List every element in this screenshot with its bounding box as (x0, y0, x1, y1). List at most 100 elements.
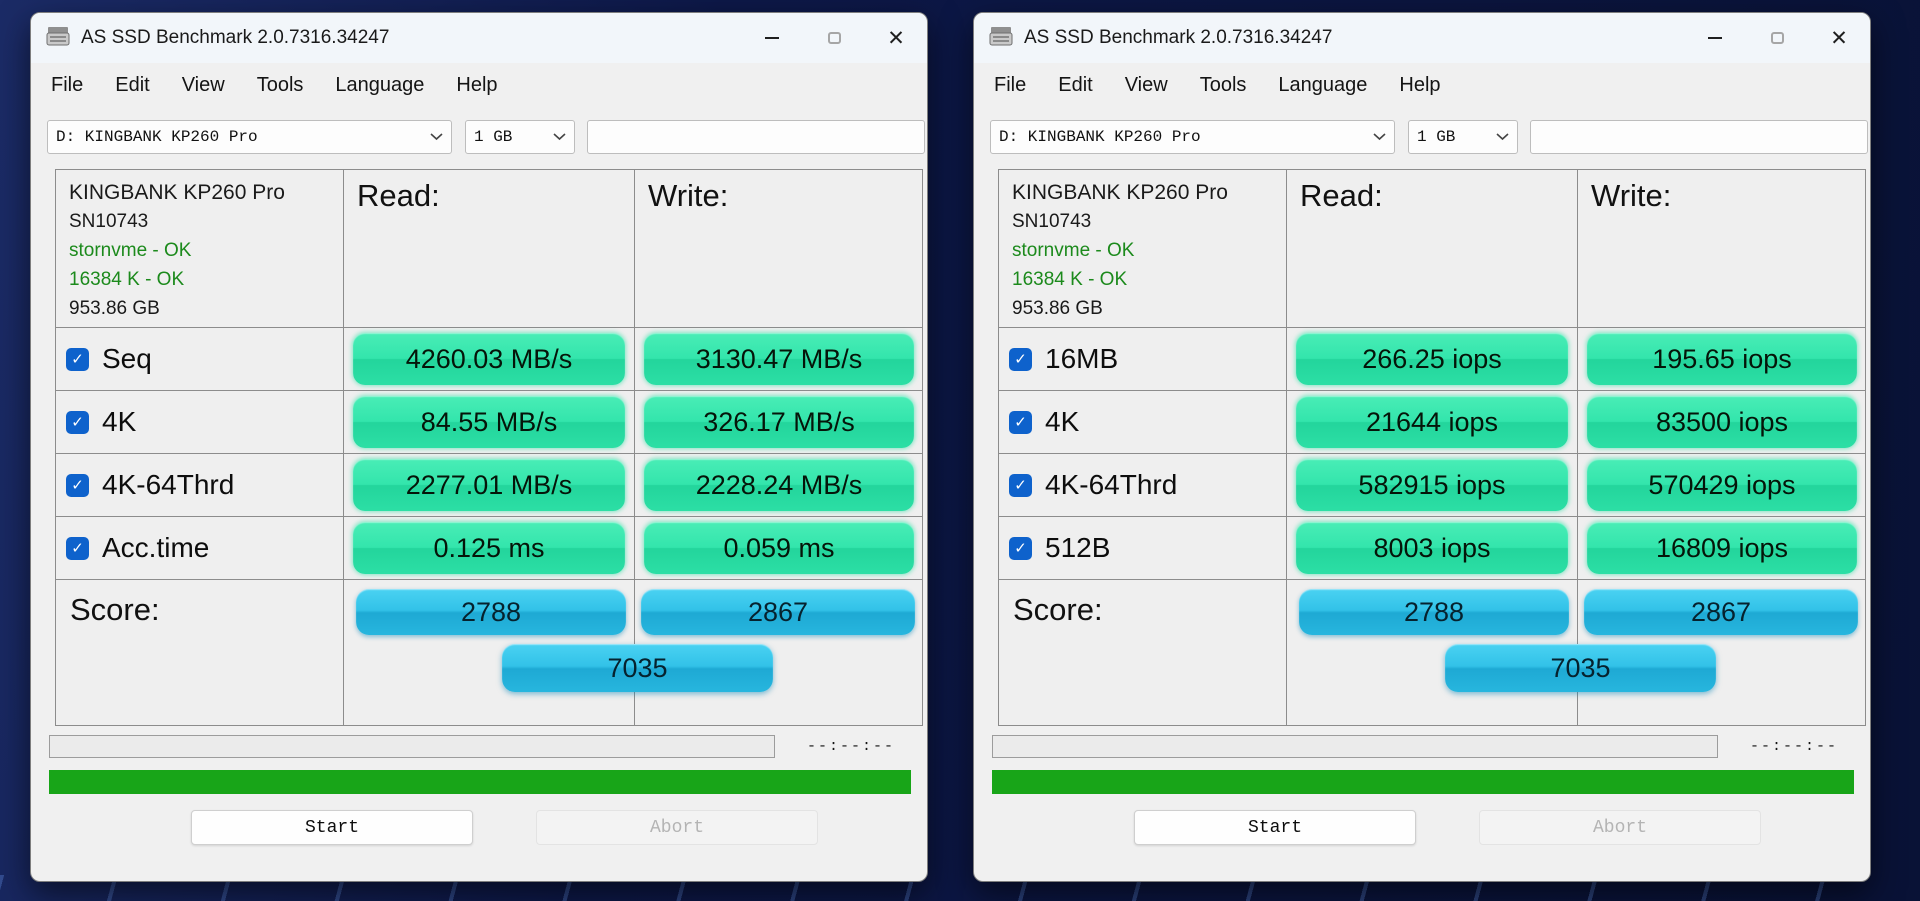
row-checkbox[interactable]: ✓ (1009, 411, 1032, 434)
read-value-pill: 0.125 ms (353, 522, 625, 574)
row-checkbox[interactable]: ✓ (1009, 537, 1032, 560)
test-size-select[interactable]: 1 GB (1408, 120, 1518, 154)
check-icon: ✓ (1014, 478, 1027, 493)
drive-select[interactable]: D: KINGBANK KP260 Pro (990, 120, 1395, 154)
drive-select-value: D: KINGBANK KP260 Pro (999, 128, 1201, 146)
abort-button[interactable]: Abort (536, 810, 818, 845)
read-value-pill: 8003 iops (1296, 522, 1568, 574)
window-controls: ✕ (741, 13, 927, 63)
elapsed-time: --:--:-- (1730, 738, 1858, 755)
menu-language[interactable]: Language (1262, 74, 1383, 97)
menu-view[interactable]: View (1109, 74, 1184, 97)
benchmark-row-4k64: ✓ 4K-64Thrd 2277.01 MB/s 2228.24 MB/s (56, 453, 922, 516)
drive-capacity: 953.86 GB (1012, 294, 1286, 323)
driver-status: stornvme - OK (1012, 236, 1286, 265)
read-value-cell: 582915 iops (1286, 454, 1577, 516)
start-button[interactable]: Start (191, 810, 473, 845)
close-icon: ✕ (887, 28, 905, 49)
row-checkbox[interactable]: ✓ (66, 411, 89, 434)
selector-row: D: KINGBANK KP260 Pro 1 GB (974, 120, 1870, 154)
write-column-header: Write: (1577, 170, 1866, 327)
write-value-cell: 326.17 MB/s (634, 391, 923, 453)
benchmark-row-4k: ✓ 4K 84.55 MB/s 326.17 MB/s (56, 390, 922, 453)
row-label-cell: ✓ 4K-64Thrd (999, 454, 1286, 516)
check-icon: ✓ (1014, 352, 1027, 367)
score-row: Score: 2788 2867 7035 (56, 579, 922, 725)
read-value-cell: 84.55 MB/s (343, 391, 634, 453)
write-value-cell: 2228.24 MB/s (634, 454, 923, 516)
benchmark-row-seq: ✓ Seq 4260.03 MB/s 3130.47 MB/s (56, 327, 922, 390)
minimize-button[interactable] (1684, 13, 1746, 63)
row-label: 512B (1045, 532, 1110, 564)
row-checkbox[interactable]: ✓ (1009, 348, 1032, 371)
row-checkbox[interactable]: ✓ (66, 474, 89, 497)
test-size-value: 1 GB (1417, 128, 1455, 146)
drive-model: KINGBANK KP260 Pro (69, 178, 343, 207)
row-label: 4K (1045, 406, 1079, 438)
minimize-button[interactable] (741, 13, 803, 63)
minimize-icon (765, 37, 779, 39)
empty-field (587, 120, 925, 154)
benchmark-table: KINGBANK KP260 Pro SN10743 stornvme - OK… (998, 169, 1866, 726)
close-button[interactable]: ✕ (865, 13, 927, 63)
score-write-pill: 2867 (641, 589, 915, 635)
row-label: 4K-64Thrd (102, 469, 234, 501)
chevron-down-icon (1373, 128, 1386, 146)
read-value-pill: 84.55 MB/s (353, 396, 625, 448)
read-value-pill: 266.25 iops (1296, 333, 1568, 385)
read-value-cell: 2277.01 MB/s (343, 454, 634, 516)
test-size-value: 1 GB (474, 128, 512, 146)
menu-tools[interactable]: Tools (241, 74, 320, 97)
chevron-down-icon (553, 128, 566, 146)
row-label-cell: ✓ 4K-64Thrd (56, 454, 343, 516)
write-value-cell: 83500 iops (1577, 391, 1866, 453)
menu-file[interactable]: File (35, 74, 99, 97)
driver-status: stornvme - OK (69, 236, 343, 265)
drive-info-row: KINGBANK KP260 Pro SN10743 stornvme - OK… (999, 170, 1865, 327)
drive-model: KINGBANK KP260 Pro (1012, 178, 1286, 207)
check-icon: ✓ (71, 352, 84, 367)
menu-edit[interactable]: Edit (99, 74, 165, 97)
menu-edit[interactable]: Edit (1042, 74, 1108, 97)
score-read-pill: 2788 (356, 589, 626, 635)
write-value-pill: 0.059 ms (644, 522, 914, 574)
wallpaper-ribbon (0, 0, 16, 901)
test-size-select[interactable]: 1 GB (465, 120, 575, 154)
menu-help[interactable]: Help (1383, 74, 1456, 97)
maximize-button[interactable] (803, 13, 865, 63)
benchmark-row-4k64: ✓ 4K-64Thrd 582915 iops 570429 iops (999, 453, 1865, 516)
menu-help[interactable]: Help (440, 74, 513, 97)
row-checkbox[interactable]: ✓ (66, 537, 89, 560)
menu-view[interactable]: View (166, 74, 241, 97)
app-window-mbps: AS SSD Benchmark 2.0.7316.34247 ✕ File E… (30, 12, 928, 882)
row-checkbox[interactable]: ✓ (66, 348, 89, 371)
drive-info-row: KINGBANK KP260 Pro SN10743 stornvme - OK… (56, 170, 922, 327)
benchmark-table: KINGBANK KP260 Pro SN10743 stornvme - OK… (55, 169, 923, 726)
abort-button[interactable]: Abort (1479, 810, 1761, 845)
read-value-pill: 582915 iops (1296, 459, 1568, 511)
read-value-cell: 8003 iops (1286, 517, 1577, 579)
menu-tools[interactable]: Tools (1184, 74, 1263, 97)
drive-capacity: 953.86 GB (69, 294, 343, 323)
row-label: 4K-64Thrd (1045, 469, 1177, 501)
score-total-pill: 7035 (1445, 644, 1716, 692)
score-write-pill: 2867 (1584, 589, 1858, 635)
write-column-header: Write: (634, 170, 923, 327)
window-controls: ✕ (1684, 13, 1870, 63)
window-title: AS SSD Benchmark 2.0.7316.34247 (1024, 27, 1332, 49)
start-button[interactable]: Start (1134, 810, 1416, 845)
write-value-pill: 326.17 MB/s (644, 396, 914, 448)
menu-file[interactable]: File (978, 74, 1042, 97)
close-button[interactable]: ✕ (1808, 13, 1870, 63)
drive-select[interactable]: D: KINGBANK KP260 Pro (47, 120, 452, 154)
selector-row: D: KINGBANK KP260 Pro 1 GB (31, 120, 927, 154)
menu-language[interactable]: Language (319, 74, 440, 97)
row-checkbox[interactable]: ✓ (1009, 474, 1032, 497)
row-label-cell: ✓ 512B (999, 517, 1286, 579)
write-value-cell: 195.65 iops (1577, 328, 1866, 390)
write-value-cell: 3130.47 MB/s (634, 328, 923, 390)
chevron-down-icon (430, 128, 443, 146)
maximize-button[interactable] (1746, 13, 1808, 63)
minimize-icon (1708, 37, 1722, 39)
status-bar-green (992, 770, 1854, 794)
